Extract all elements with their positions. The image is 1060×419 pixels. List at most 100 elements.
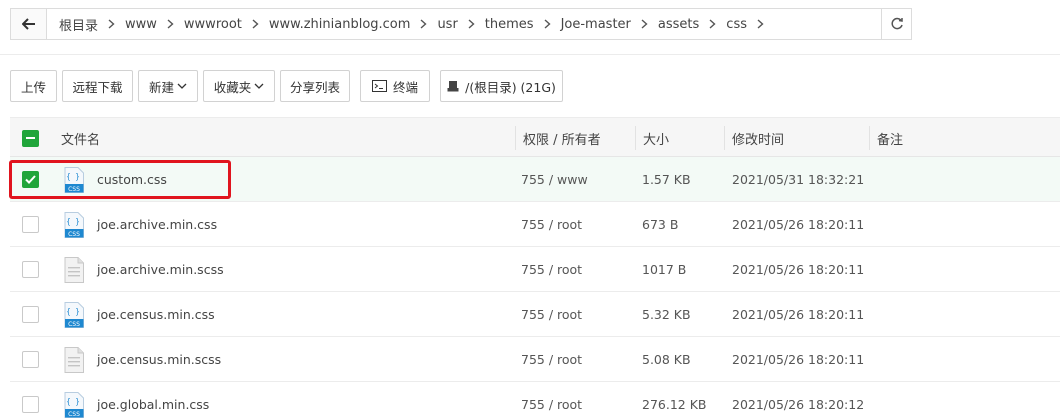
file-name[interactable]: joe.census.min.scss [97, 337, 221, 382]
table-header: 文件名 权限 / 所有者 大小 修改时间 备注 [10, 117, 1060, 157]
table-row[interactable]: { } CSS joe.census.min.css 755 / root 5.32 K… [10, 292, 1060, 337]
table-row[interactable]: { } CSS joe.global.min.css 755 / root 276.12… [10, 382, 1060, 419]
row-checkbox[interactable] [22, 247, 39, 292]
breadcrumb-item[interactable]: Joe-master [555, 17, 652, 32]
svg-text:{ }: { } [66, 217, 80, 226]
back-button[interactable] [11, 9, 47, 39]
file-size: 276.12 KB [642, 397, 707, 412]
svg-text:{ }: { } [66, 397, 80, 406]
css-file-icon: { } CSS [64, 382, 84, 419]
breadcrumb-item[interactable]: www.zhinianblog.com [263, 17, 432, 32]
css-file-icon: { } CSS [64, 202, 84, 247]
breadcrumb-label: wwwroot [183, 16, 242, 32]
breadcrumb-label: www.zhinianblog.com [268, 16, 411, 32]
refresh-button[interactable] [881, 9, 911, 39]
minus-icon [26, 136, 35, 139]
table-row[interactable]: joe.census.min.scss 755 / root 5.08 KB 2021… [10, 337, 1060, 382]
file-perm-owner: 755 / root [521, 307, 583, 322]
disk-label: /(根目录) (21G) [465, 79, 556, 95]
terminal-button[interactable]: 终端 [360, 70, 430, 102]
svg-text:CSS: CSS [68, 231, 80, 238]
chevron-right-icon [416, 19, 431, 29]
breadcrumb-item[interactable]: www [119, 17, 178, 32]
terminal-label: 终端 [392, 79, 418, 95]
file-list: { } CSS custom.css 755 / www 1.57 KB 2021/05/… [10, 157, 1060, 419]
new-button[interactable]: 新建 [138, 70, 198, 102]
disk-button[interactable]: /(根目录) (21G) [440, 70, 563, 102]
breadcrumb-item[interactable]: css [720, 17, 768, 32]
address-bar: 根目录 www wwwroot www.zhinianblog.com usr theme… [10, 8, 912, 40]
col-filename[interactable]: 文件名 [61, 118, 100, 158]
file-perm-owner: 755 / root [521, 397, 583, 412]
refresh-icon [890, 17, 903, 30]
row-checkbox[interactable] [22, 292, 39, 337]
remote-download-button[interactable]: 远程下载 [62, 70, 133, 102]
chevron-right-icon [464, 19, 479, 29]
file-size: 1.57 KB [642, 172, 691, 187]
chevron-right-icon [248, 19, 263, 29]
chevron-right-icon [104, 19, 119, 29]
row-checkbox[interactable] [22, 337, 39, 382]
breadcrumb-item[interactable]: wwwroot [178, 17, 263, 32]
row-checkbox[interactable] [22, 382, 39, 419]
upload-label: 上传 [21, 79, 47, 95]
file-table: 文件名 权限 / 所有者 大小 修改时间 备注 { } CSS custom.css… [10, 117, 1060, 419]
col-size[interactable]: 大小 [634, 118, 669, 158]
breadcrumb-label: assets [657, 16, 700, 32]
select-all-checkbox[interactable] [22, 118, 39, 158]
col-perm-owner[interactable]: 权限 / 所有者 [515, 118, 601, 158]
table-row[interactable]: { } CSS joe.archive.min.css 755 / root 673 B… [10, 202, 1060, 247]
file-size: 5.08 KB [642, 352, 691, 367]
terminal-icon [371, 80, 387, 92]
share-list-label: 分享列表 [290, 79, 341, 95]
file-modified: 2021/05/31 18:32:21 [732, 172, 865, 187]
file-name[interactable]: joe.archive.min.scss [97, 247, 224, 292]
breadcrumb-label: 根目录 [59, 18, 99, 34]
svg-text:CSS: CSS [68, 411, 80, 418]
divider [0, 54, 1060, 55]
file-size: 5.32 KB [642, 307, 691, 322]
breadcrumb-item[interactable]: usr [431, 17, 478, 32]
breadcrumb-label: www [125, 16, 157, 32]
upload-button[interactable]: 上传 [10, 70, 57, 102]
document-file-icon [64, 337, 84, 382]
file-modified: 2021/05/26 18:20:11 [732, 217, 865, 232]
breadcrumb-label: usr [437, 16, 458, 32]
file-size: 673 B [642, 217, 679, 232]
favorites-label: 收藏夹 [213, 79, 252, 95]
row-checkbox[interactable] [22, 202, 39, 247]
check-icon [25, 175, 36, 184]
file-perm-owner: 755 / root [521, 352, 583, 367]
file-name[interactable]: joe.archive.min.css [97, 202, 217, 247]
share-list-button[interactable]: 分享列表 [280, 70, 350, 102]
table-row[interactable]: joe.archive.min.scss 755 / root 1017 B 2021… [10, 247, 1060, 292]
chevron-down-icon [177, 83, 187, 89]
file-modified: 2021/05/26 18:20:11 [732, 352, 865, 367]
table-row[interactable]: { } CSS custom.css 755 / www 1.57 KB 2021/05/… [10, 157, 1060, 202]
breadcrumb-item[interactable]: themes [479, 17, 555, 32]
svg-text:{ }: { } [66, 172, 80, 181]
svg-text:CSS: CSS [68, 186, 80, 193]
file-name[interactable]: joe.census.min.css [97, 292, 215, 337]
breadcrumb-item[interactable]: 根目录 [53, 15, 119, 34]
breadcrumb-label: Joe-master [560, 16, 631, 32]
arrow-left-icon [21, 18, 35, 30]
file-name[interactable]: joe.global.min.css [97, 382, 209, 419]
toolbar: 上传 远程下载 新建 收藏夹 分享列表 终端 /(根目录) (21G) [10, 70, 568, 102]
file-modified: 2021/05/26 18:20:11 [732, 262, 865, 277]
row-checkbox[interactable] [22, 157, 39, 202]
file-modified: 2021/05/26 18:20:12 [732, 397, 865, 412]
chevron-right-icon [705, 19, 720, 29]
chevron-right-icon [163, 19, 178, 29]
chevron-right-icon [637, 19, 652, 29]
breadcrumb-item[interactable]: assets [652, 17, 720, 32]
file-perm-owner: 755 / root [521, 217, 583, 232]
breadcrumb-label: css [726, 16, 747, 32]
document-file-icon [64, 247, 84, 292]
file-name[interactable]: custom.css [97, 157, 167, 202]
col-note: 备注 [868, 118, 903, 158]
favorites-button[interactable]: 收藏夹 [203, 70, 275, 102]
col-modified[interactable]: 修改时间 [723, 118, 784, 158]
file-size: 1017 B [642, 262, 687, 277]
css-file-icon: { } CSS [64, 157, 84, 202]
